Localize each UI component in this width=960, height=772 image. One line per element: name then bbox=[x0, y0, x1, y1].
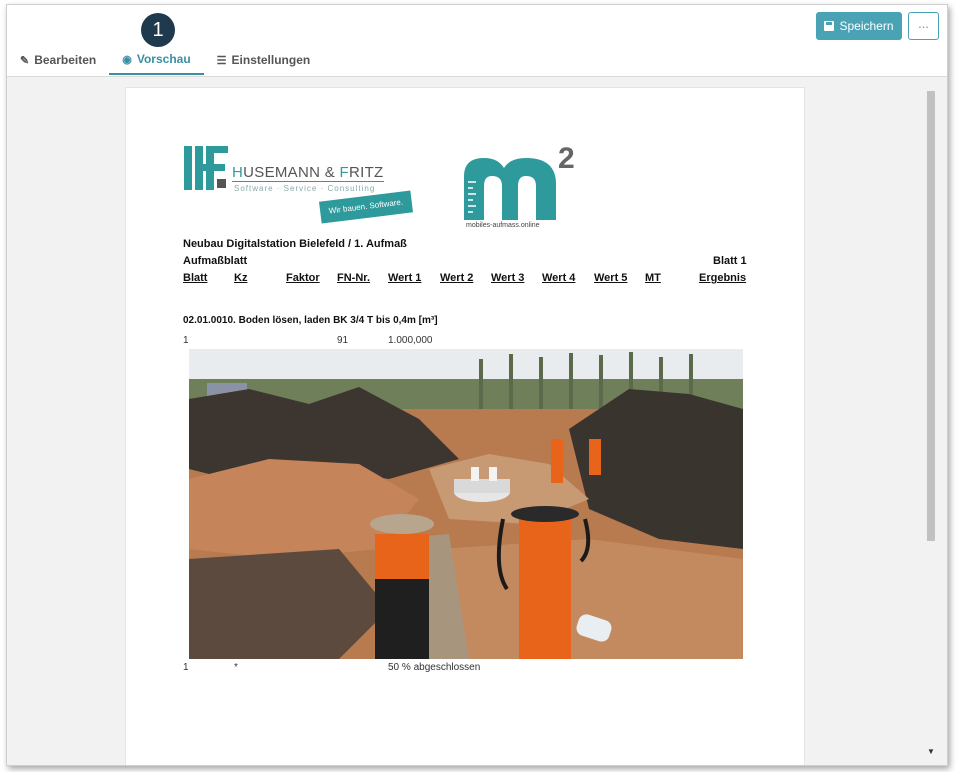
col-wert4: Wert 4 bbox=[542, 272, 576, 284]
tab-label: Vorschau bbox=[136, 52, 191, 66]
vertical-scrollbar[interactable] bbox=[925, 89, 937, 757]
scroll-down-icon[interactable]: ▼ bbox=[927, 747, 935, 756]
tab-einstellungen[interactable]: ☰ Einstellungen bbox=[204, 45, 324, 75]
col-wert3: Wert 3 bbox=[491, 272, 525, 284]
hf-tagline: Wir bauen. Software. bbox=[319, 190, 413, 224]
mobiles-aufmass-logo: 2 mobiles-aufmass.online bbox=[464, 142, 584, 232]
more-options-button[interactable]: ... bbox=[908, 12, 939, 40]
row2-blatt: 1 bbox=[183, 662, 189, 673]
husemann-fritz-logo: HUSEMANN & FRITZ Software · Service · Co… bbox=[184, 146, 416, 226]
m2-url: mobiles-aufmass.online bbox=[466, 222, 540, 229]
tab-bearbeiten[interactable]: ✎ Bearbeiten bbox=[7, 45, 109, 75]
tab-label: Bearbeiten bbox=[34, 53, 97, 67]
col-kz: Kz bbox=[234, 272, 248, 284]
construction-photo bbox=[189, 349, 743, 659]
toolbar: 1 Speichern ... ✎ Bearbeiten ◉ Vorschau … bbox=[7, 5, 947, 77]
col-wert2: Wert 2 bbox=[440, 272, 474, 284]
col-faktor: Faktor bbox=[286, 272, 320, 284]
project-title: Neubau Digitalstation Bielefeld / 1. Auf… bbox=[183, 238, 407, 250]
row1-blatt: 1 bbox=[183, 335, 189, 346]
tab-bar: ✎ Bearbeiten ◉ Vorschau ☰ Einstellungen bbox=[7, 45, 323, 77]
save-button[interactable]: Speichern bbox=[816, 12, 902, 40]
edit-icon: ✎ bbox=[20, 54, 30, 67]
hf-mark-icon bbox=[184, 146, 228, 190]
row1-wert1: 1.000,000 bbox=[388, 335, 433, 346]
col-fn-nr: FN-Nr. bbox=[337, 272, 370, 284]
row2-status: 50 % abgeschlossen bbox=[388, 662, 481, 673]
sheet-number: Blatt 1 bbox=[713, 255, 747, 267]
sheet-type: Aufmaßblatt bbox=[183, 255, 248, 267]
col-wert5: Wert 5 bbox=[594, 272, 628, 284]
step-badge: 1 bbox=[141, 13, 175, 47]
app-window: 1 Speichern ... ✎ Bearbeiten ◉ Vorschau … bbox=[6, 4, 948, 766]
m-letter-icon bbox=[464, 158, 556, 220]
col-ergebnis: Ergebnis bbox=[699, 272, 747, 284]
m2-superscript: 2 bbox=[558, 142, 575, 175]
scrollbar-thumb[interactable] bbox=[927, 91, 935, 541]
tab-vorschau[interactable]: ◉ Vorschau bbox=[109, 45, 204, 75]
save-icon bbox=[824, 21, 835, 31]
col-mt: MT bbox=[645, 272, 661, 284]
row1-fn: 91 bbox=[337, 335, 349, 346]
tab-label: Einstellungen bbox=[231, 53, 311, 67]
position-title: 02.01.0010. Boden lösen, laden BK 3/4 T … bbox=[183, 315, 438, 326]
preview-area: HUSEMANN & FRITZ Software · Service · Co… bbox=[7, 77, 947, 765]
sliders-icon: ☰ bbox=[216, 54, 227, 67]
col-blatt: Blatt bbox=[183, 272, 208, 284]
row2-kz: * bbox=[234, 662, 238, 673]
hf-company-name: HUSEMANN & FRITZ bbox=[232, 164, 384, 182]
document-page: HUSEMANN & FRITZ Software · Service · Co… bbox=[125, 87, 805, 765]
col-wert1: Wert 1 bbox=[388, 272, 422, 284]
eye-icon: ◉ bbox=[122, 53, 132, 66]
save-label: Speichern bbox=[839, 19, 894, 33]
hf-subline: Software · Service · Consulting bbox=[234, 184, 376, 193]
